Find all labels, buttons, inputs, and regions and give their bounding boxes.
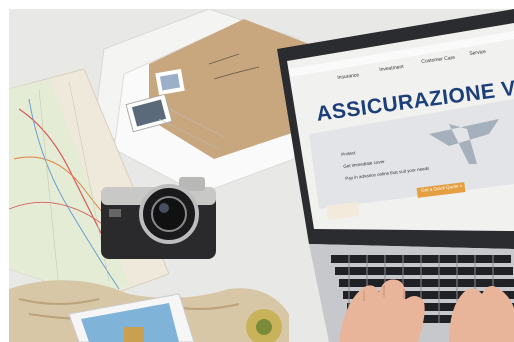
camera <box>101 177 216 259</box>
photo-frame: Insurance Investment Customer Care Servi… <box>0 0 514 342</box>
travel-photo: Insurance Investment Customer Care Servi… <box>9 9 514 342</box>
